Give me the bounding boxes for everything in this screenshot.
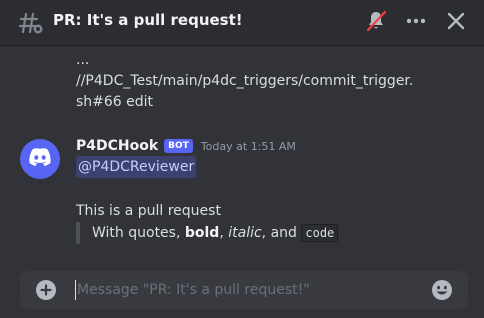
message-header: P4DCHook BOT Today at 1:51 AM xyxy=(76,136,296,156)
block-quote: With quotes, bold, italic, and code xyxy=(76,222,339,244)
message-body: This is a pull request xyxy=(76,203,221,219)
close-thread-button[interactable] xyxy=(443,10,469,36)
add-attachment-button[interactable] xyxy=(36,280,56,300)
thread-window: PR: It's a pull request! ... //P4DC_Test… xyxy=(0,0,484,318)
user-mention[interactable]: @P4DCReviewer xyxy=(76,156,197,178)
discord-logo-icon xyxy=(27,147,53,171)
message-input[interactable] xyxy=(77,275,422,305)
quote-text: With quotes, xyxy=(92,225,185,241)
more-options-button[interactable] xyxy=(403,10,429,36)
close-icon xyxy=(444,9,468,37)
quote-bold-text: bold xyxy=(184,225,220,241)
avatar[interactable] xyxy=(20,139,60,179)
thread-icon xyxy=(18,11,44,35)
text-caret xyxy=(75,280,76,300)
quote-italic-text: italic xyxy=(228,225,262,241)
previous-message-line: //P4DC_Test/main/p4dc_triggers/commit_tr… xyxy=(76,73,414,89)
quote-inline-code: code xyxy=(301,224,339,242)
emoji-button[interactable] xyxy=(431,279,453,301)
mute-thread-button[interactable] xyxy=(363,10,389,36)
quote-text: , and xyxy=(261,225,302,241)
plus-icon xyxy=(40,281,52,300)
thread-title: PR: It's a pull request! xyxy=(53,11,243,29)
author-name[interactable]: P4DCHook xyxy=(76,138,158,154)
more-icon xyxy=(404,9,428,37)
previous-message-line: ... xyxy=(76,52,90,68)
previous-message-line: sh#66 edit xyxy=(76,94,154,110)
message-composer xyxy=(20,271,468,309)
thread-header: PR: It's a pull request! xyxy=(0,0,484,46)
emoji-icon xyxy=(432,280,452,300)
mute-bell-icon xyxy=(364,9,388,37)
bot-badge: BOT xyxy=(164,139,193,153)
message-timestamp: Today at 1:51 AM xyxy=(200,139,296,153)
previous-message-text: ... //P4DC_Test/main/p4dc_triggers/commi… xyxy=(76,50,436,113)
quote-text: , xyxy=(219,225,229,241)
